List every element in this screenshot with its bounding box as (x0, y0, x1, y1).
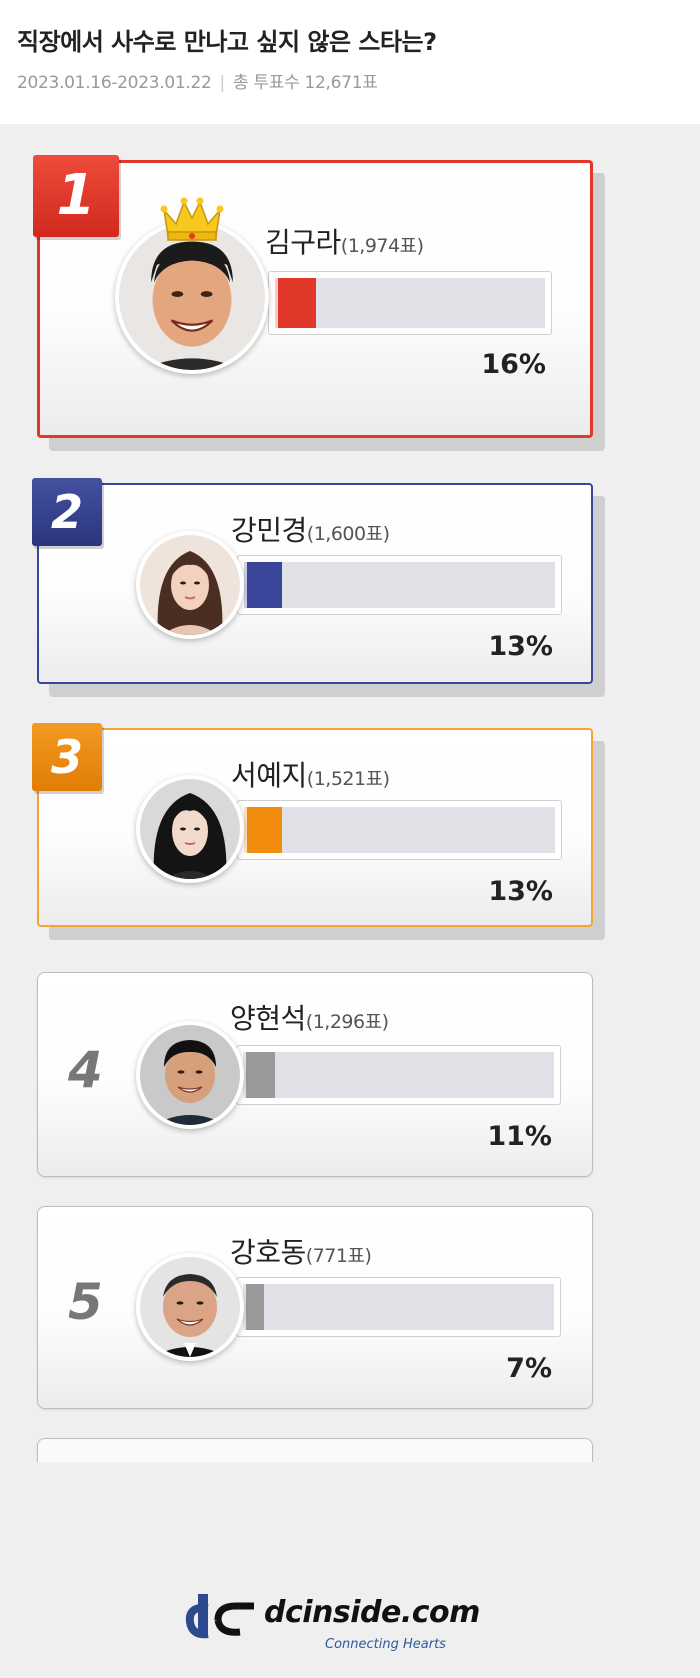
vote-percent: 13% (488, 631, 553, 662)
candidate-name: 김구라(1,974표) (265, 226, 424, 259)
avatar-photo (140, 1257, 240, 1357)
candidate-name: 양현석(1,296표) (230, 1002, 389, 1035)
brand-slogan: Connecting Hearts (325, 1637, 446, 1652)
vote-bar-track (244, 807, 555, 853)
vote-count: (771표) (305, 1245, 372, 1267)
meta-divider: | (219, 73, 226, 93)
rank-badge-3: 3 (32, 723, 102, 791)
rank-badge-2: 2 (32, 478, 102, 546)
vote-bar (237, 800, 562, 860)
poll-meta: 2023.01.16-2023.01.22 | 총 투표수 12,671표 (17, 68, 378, 93)
crown-icon (160, 196, 224, 242)
brand-name: dcinside.com (264, 1595, 480, 1630)
vote-percent: 16% (481, 349, 546, 380)
rank-number: 5 (68, 1273, 103, 1331)
rank-number: 4 (68, 1041, 103, 1099)
vote-bar-fill (243, 1284, 264, 1330)
result-card-3: 서예지(1,521표) 13% (37, 728, 593, 927)
dcinside-logo-icon (184, 1590, 260, 1644)
candidate-name: 서예지(1,521표) (231, 759, 390, 792)
poll-total-votes: 총 투표수 12,671표 (232, 73, 378, 93)
poll-title: 직장에서 사수로 만나고 싶지 않은 스타는? (17, 28, 437, 56)
result-card-2: 강민경(1,600표) 13% (37, 483, 593, 684)
vote-bar-fill (275, 278, 317, 328)
vote-percent: 13% (488, 876, 553, 907)
vote-count: (1,974표) (340, 235, 424, 257)
vote-bar-track (275, 278, 545, 328)
result-card-5: 5 강호동(771표) 7% (37, 1206, 593, 1409)
candidate-name: 강호동(771표) (230, 1236, 372, 1269)
poll-period: 2023.01.16-2023.01.22 (17, 73, 212, 93)
vote-bar (236, 1045, 561, 1105)
avatar-photo (140, 535, 240, 635)
avatar-photo (140, 1025, 240, 1125)
result-card-4: 4 양현석(1,296표) 11% (37, 972, 593, 1177)
vote-count: (1,600표) (306, 523, 390, 545)
vote-percent: 7% (506, 1353, 552, 1384)
vote-bar (237, 555, 562, 615)
vote-bar-fill (244, 562, 283, 608)
vote-bar-fill (244, 807, 283, 853)
vote-count: (1,521표) (306, 768, 390, 790)
avatar-photo (140, 779, 240, 879)
vote-bar-fill (243, 1052, 276, 1098)
vote-count: (1,296표) (305, 1011, 389, 1033)
poll-header: 직장에서 사수로 만나고 싶지 않은 스타는? 2023.01.16-2023.… (0, 0, 700, 124)
candidate-name: 강민경(1,600표) (231, 514, 390, 547)
vote-bar-track (244, 562, 555, 608)
rank-badge-1: 1 (33, 155, 119, 237)
vote-bar (268, 271, 552, 335)
vote-bar (236, 1277, 561, 1337)
vote-bar-track (243, 1052, 554, 1098)
vote-percent: 11% (487, 1121, 552, 1152)
vote-bar-track (243, 1284, 554, 1330)
avatar-photo (119, 224, 265, 370)
